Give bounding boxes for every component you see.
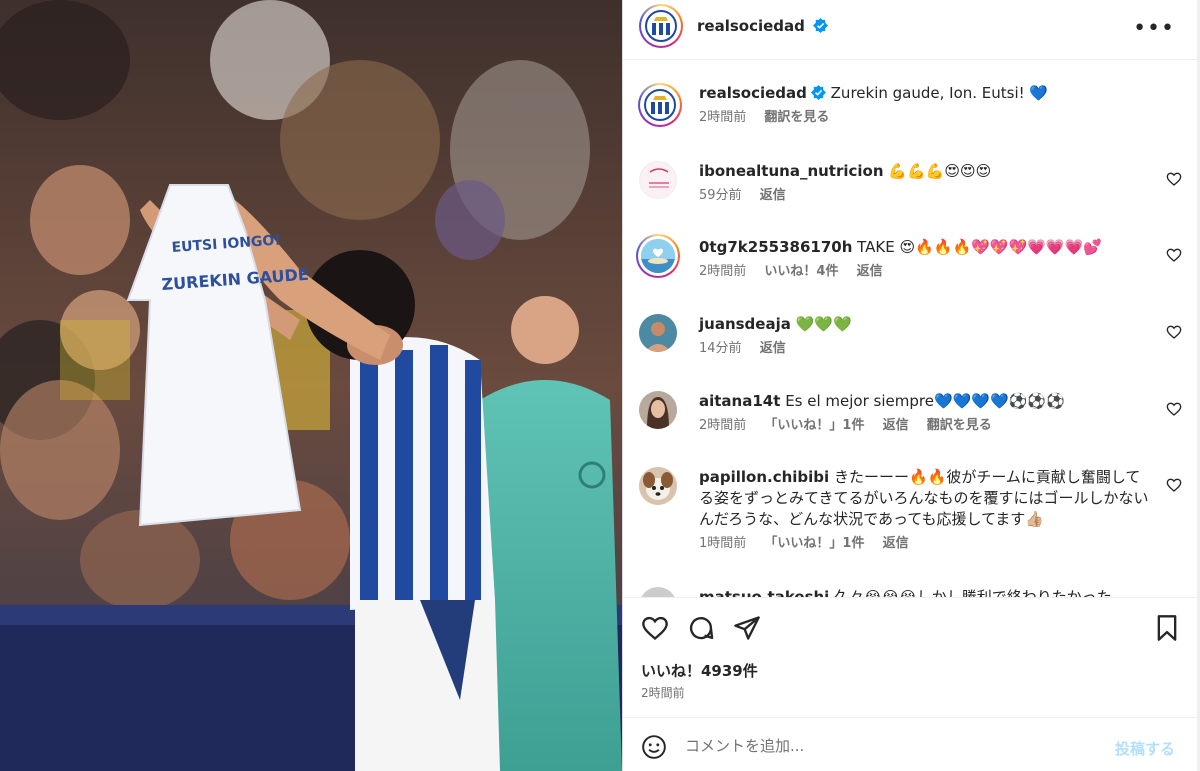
- post-actions: いいね！4939件 2時間前: [623, 597, 1199, 717]
- comment-body: papillon.chibibi きたーーー🔥🔥彼がチームに貢献し奮闘してる姿を…: [699, 467, 1154, 552]
- reply-button[interactable]: 返信: [760, 341, 786, 356]
- comment-body: aitana14t Es el mejor siempre💙💙💙💙⚽⚽⚽ 2時間…: [699, 391, 1154, 434]
- caption-username[interactable]: realsociedad: [699, 84, 807, 102]
- verified-badge-icon: [810, 85, 826, 100]
- comment-username[interactable]: ibonealtuna_nutricion: [699, 162, 884, 180]
- instagram-post-window: EUTSI IONGO! ZUREKIN GAUDE realsociedad …: [0, 0, 1200, 771]
- author-avatar[interactable]: [639, 4, 683, 48]
- author-name-row: realsociedad: [697, 17, 829, 35]
- reply-button[interactable]: 返信: [857, 264, 883, 279]
- comment-username[interactable]: juansdeaja: [699, 315, 791, 333]
- comment-input[interactable]: [685, 732, 1085, 760]
- caption-time[interactable]: 2時間前: [699, 110, 746, 125]
- caption-body: realsociedad Zurekin gaude, Ion. Eutsi! …: [699, 83, 1154, 126]
- reply-button[interactable]: 返信: [883, 418, 909, 433]
- likes-count[interactable]: いいね！4939件: [641, 660, 758, 681]
- comment-text: 💪💪💪😍😍😍: [888, 162, 992, 180]
- caption-avatar[interactable]: [638, 83, 682, 127]
- post-comment-button[interactable]: 投稿する: [1115, 738, 1175, 759]
- comment-time[interactable]: 2時間前: [699, 264, 746, 279]
- comment-text: 💚💚💚: [795, 315, 852, 333]
- comment-avatar[interactable]: [636, 234, 680, 278]
- heart-icon[interactable]: [1166, 247, 1182, 263]
- comments-list: realsociedad Zurekin gaude, Ion. Eutsi! …: [623, 61, 1199, 597]
- heart-icon[interactable]: [641, 614, 669, 642]
- comment-username[interactable]: 0tg7k255386170h: [699, 238, 852, 256]
- more-options-icon[interactable]: •••: [1133, 16, 1175, 41]
- post-photo[interactable]: EUTSI IONGO! ZUREKIN GAUDE: [0, 0, 622, 771]
- comment-likes[interactable]: いいね！4件: [764, 264, 838, 279]
- club-crest-icon: [643, 88, 677, 122]
- reply-button[interactable]: 返信: [760, 188, 786, 203]
- heart-icon[interactable]: [1166, 324, 1182, 340]
- comment-avatar[interactable]: [639, 467, 677, 505]
- avatar-image: [640, 162, 676, 198]
- club-crest-icon: [644, 9, 678, 43]
- photo-illustration: EUTSI IONGO! ZUREKIN GAUDE: [0, 0, 622, 771]
- avatar-image: [639, 391, 677, 429]
- heart-icon[interactable]: [1166, 171, 1182, 187]
- post-header: realsociedad •••: [623, 0, 1199, 60]
- comment-body: ibonealtuna_nutricion 💪💪💪😍😍😍 59分前 返信: [699, 161, 1154, 204]
- share-icon[interactable]: [733, 614, 761, 642]
- comment-avatar[interactable]: [639, 161, 677, 199]
- caption-text: Zurekin gaude, Ion. Eutsi! 💙: [830, 84, 1049, 102]
- post-side-panel: realsociedad ••• realsociedad Zurekin ga…: [622, 0, 1199, 771]
- author-username[interactable]: realsociedad: [697, 17, 805, 35]
- reply-button[interactable]: 返信: [883, 536, 909, 551]
- bookmark-icon[interactable]: [1153, 614, 1181, 642]
- comment-time[interactable]: 1時間前: [699, 536, 746, 551]
- comment-username[interactable]: aitana14t: [699, 392, 780, 410]
- avatar-image: [639, 314, 677, 352]
- comment-meta: 2時間前 いいね！4件 返信: [699, 264, 1154, 280]
- comment-body: matsuo.takeshi 久々😭😭😭しかし勝利で終わりたかった: [699, 587, 1154, 597]
- comment-avatar[interactable]: [639, 587, 677, 597]
- comment-meta: 2時間前 「いいね！」1件 返信 翻訳を見る: [699, 418, 1154, 434]
- translate-link[interactable]: 翻訳を見る: [927, 418, 992, 433]
- comment-body: juansdeaja 💚💚💚 14分前 返信: [699, 314, 1154, 357]
- comment-likes[interactable]: 「いいね！」1件: [764, 536, 864, 551]
- comment-time[interactable]: 2時間前: [699, 418, 746, 433]
- comment-bar: 投稿する: [623, 717, 1199, 771]
- comment-time[interactable]: 14分前: [699, 341, 742, 356]
- comment-icon[interactable]: [687, 614, 715, 642]
- comment-avatar[interactable]: [639, 391, 677, 429]
- avatar-image: [641, 239, 675, 273]
- comment-meta: 14分前 返信: [699, 341, 1154, 357]
- avatar-image: [639, 467, 677, 505]
- comment-meta: 1時間前 「いいね！」1件 返信: [699, 536, 1154, 552]
- comment-avatar[interactable]: [639, 314, 677, 352]
- comment-username[interactable]: matsuo.takeshi: [699, 588, 829, 597]
- comment-username[interactable]: papillon.chibibi: [699, 468, 829, 486]
- translate-link[interactable]: 翻訳を見る: [764, 110, 829, 125]
- comment-text: Es el mejor siempre💙💙💙💙⚽⚽⚽: [785, 392, 1065, 410]
- heart-icon[interactable]: [1166, 477, 1182, 493]
- posted-time[interactable]: 2時間前: [641, 684, 685, 701]
- heart-icon[interactable]: [1166, 401, 1182, 417]
- comment-text: TAKE 😍🔥🔥🔥💖💖💖💗💗💗💕: [857, 238, 1102, 256]
- comment-body: 0tg7k255386170h TAKE 😍🔥🔥🔥💖💖💖💗💗💗💕 2時間前 いい…: [699, 237, 1154, 280]
- caption-meta: 2時間前 翻訳を見る: [699, 110, 1154, 126]
- comment-text: 久々😭😭😭しかし勝利で終わりたかった: [834, 588, 1112, 597]
- comment-likes[interactable]: 「いいね！」1件: [764, 418, 864, 433]
- emoji-icon[interactable]: [641, 734, 667, 760]
- comment-time[interactable]: 59分前: [699, 188, 742, 203]
- comment-meta: 59分前 返信: [699, 188, 1154, 204]
- verified-badge-icon: [813, 18, 829, 33]
